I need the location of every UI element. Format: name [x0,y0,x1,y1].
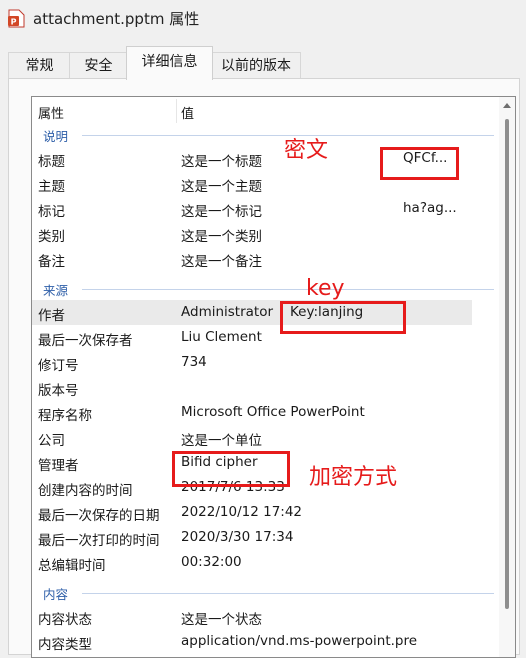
table-row[interactable]: 最后一次保存者 Liu Clement [32,325,472,350]
property-value: 这是一个状态 [181,612,262,628]
ciphertext-annotation: 密文 [284,138,329,163]
property-name: 程序名称 [38,408,92,424]
cipher-method-highlight-box [172,451,290,487]
key-highlight-box [280,301,406,334]
property-value: 这是一个标题 [181,154,262,170]
property-value: 这是一个类别 [181,229,262,245]
table-row[interactable]: 内容类型 application/vnd.ms-powerpoint.pre [32,629,472,654]
table-row[interactable]: 总编辑时间 00:32:00 [32,550,472,575]
table-row[interactable]: 标记 这是一个标记 ha?ag... [32,196,472,221]
property-name: 作者 [38,308,65,324]
property-value: Administrator [181,304,274,320]
window-title: attachment.pptm 属性 [33,10,200,28]
title-bar: P attachment.pptm 属性 [0,0,526,38]
column-divider[interactable] [176,99,177,123]
group-description: 说明 [32,125,502,145]
tab-general[interactable]: 常规 [8,52,71,79]
tab-security[interactable]: 安全 [69,52,128,79]
scrollbar-thumb[interactable] [505,119,509,609]
table-row[interactable]: 类别 这是一个类别 [32,221,472,246]
property-name: 管理者 [38,458,79,474]
table-row[interactable]: 最后一次保存的日期 2022/10/12 17:42 [32,500,472,525]
table-row[interactable]: 备注 这是一个备注 [32,246,472,271]
group-label: 来源 [43,283,69,298]
group-divider [82,289,494,290]
table-row[interactable]: 修订号 734 [32,350,472,375]
vertical-scrollbar[interactable] [499,97,515,657]
property-value: 00:32:00 [181,554,242,570]
table-row[interactable]: 内容状态 这是一个状态 [32,604,472,629]
table-row[interactable]: 作者 Administrator Key:lanjing [32,300,472,325]
property-name: 最后一次保存者 [38,333,133,349]
table-row[interactable]: 最后一次打印的时间 2020/3/30 17:34 [32,525,472,550]
property-value: 2020/3/30 17:34 [181,529,294,545]
tab-strip: 常规 安全 详细信息 以前的版本 [0,46,526,80]
property-name: 版本号 [38,383,79,399]
property-name: 内容状态 [38,612,92,628]
property-name: 备注 [38,254,65,270]
group-label: 说明 [43,129,69,144]
group-content: 内容 [32,583,502,603]
property-value: 这是一个备注 [181,254,262,270]
property-name: 类别 [38,229,65,245]
powerpoint-file-icon: P [8,9,25,28]
property-value: Liu Clement [181,329,262,345]
svg-text:P: P [11,18,17,27]
property-name: 公司 [38,433,65,449]
property-name: 最后一次保存的日期 [38,508,160,524]
property-value: 734 [181,354,207,370]
tab-details[interactable]: 详细信息 [126,46,213,80]
property-value: Microsoft Office PowerPoint [181,404,365,420]
property-name: 最后一次打印的时间 [38,533,160,549]
property-name: 修订号 [38,358,79,374]
column-header: 属性 值 [32,97,515,125]
property-name: 标题 [38,154,65,170]
group-label: 内容 [43,587,69,602]
property-name: 创建内容的时间 [38,483,133,499]
properties-list[interactable]: 属性 值 说明 标题 这是一个标题 QFCf... 主题 这是一个主题 标记 这… [31,96,516,658]
encryption-method-annotation: 加密方式 [309,465,398,490]
property-value: 这是一个单位 [181,433,262,449]
property-name: 主题 [38,179,65,195]
property-value: application/vnd.ms-powerpoint.pre [181,633,418,649]
table-row[interactable]: 公司 这是一个单位 [32,425,472,450]
property-extra-value: ha?ag... [403,200,457,216]
ciphertext-highlight-box [380,147,459,180]
tab-previous-versions[interactable]: 以前的版本 [211,52,301,79]
property-name: 标记 [38,204,65,220]
property-name: 总编辑时间 [38,558,106,574]
property-value: 2022/10/12 17:42 [181,504,303,520]
group-divider [82,593,494,594]
column-header-value[interactable]: 值 [181,103,194,122]
property-value: 这是一个标记 [181,204,262,220]
scroll-up-arrow-icon[interactable] [503,103,511,108]
column-header-property[interactable]: 属性 [38,103,64,122]
group-origin: 来源 [32,279,502,299]
property-value: 这是一个主题 [181,179,262,195]
table-row[interactable]: 版本号 [32,375,472,400]
key-annotation: key [306,276,345,301]
table-row[interactable]: 程序名称 Microsoft Office PowerPoint [32,400,472,425]
property-name: 内容类型 [38,637,92,653]
